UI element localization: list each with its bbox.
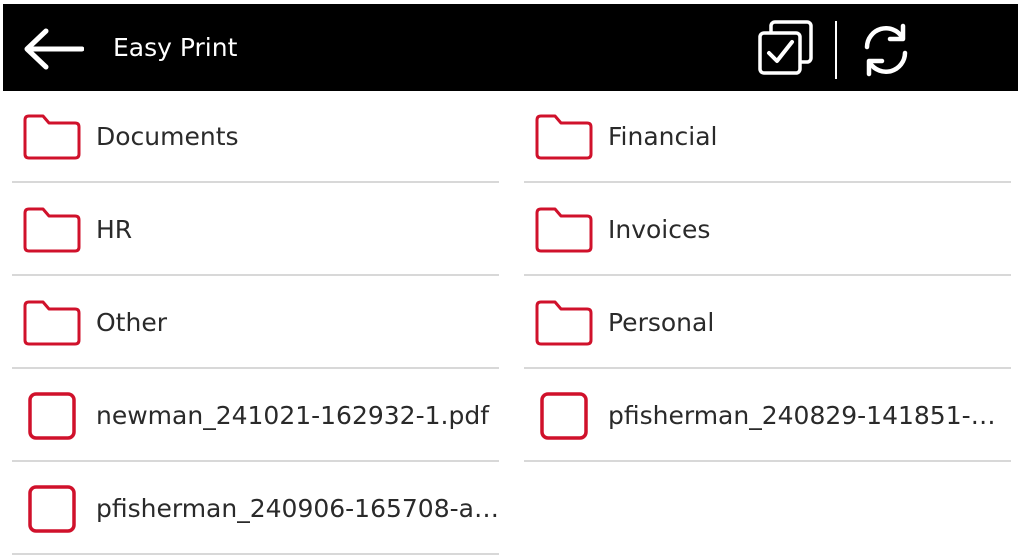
file-item[interactable]: newman_241021-162932-1.pdf — [12, 370, 499, 462]
file-item[interactable]: pfisherman_240906-165708-a… — [12, 463, 499, 555]
refresh-button[interactable] — [853, 18, 919, 82]
folder-icon — [23, 207, 81, 253]
file-item[interactable]: pfisherman_240829-141851-… — [524, 370, 1011, 462]
checkbox-unchecked-icon — [28, 392, 76, 440]
app-header: Easy Print — [3, 4, 1018, 91]
item-label: Other — [96, 308, 167, 337]
folder-icon — [23, 300, 81, 346]
item-label: HR — [96, 215, 133, 244]
multi-select-check-icon — [758, 20, 813, 75]
item-label: pfisherman_240906-165708-a… — [96, 494, 499, 523]
checkbox-unchecked-icon — [28, 485, 76, 533]
back-button[interactable] — [18, 24, 88, 74]
folder-icon — [535, 300, 593, 346]
item-label: pfisherman_240829-141851-… — [608, 401, 996, 430]
checkbox-unchecked-icon — [540, 392, 588, 440]
item-label: Invoices — [608, 215, 711, 244]
folder-icon — [23, 114, 81, 160]
folder-item-financial[interactable]: Financial — [524, 91, 1011, 183]
page-title: Easy Print — [113, 33, 238, 62]
item-label: Documents — [96, 122, 239, 151]
file-checkbox[interactable] — [20, 463, 84, 555]
arrow-left-icon — [24, 28, 84, 70]
folder-item-documents[interactable]: Documents — [12, 91, 499, 183]
item-label: Financial — [608, 122, 718, 151]
select-all-button[interactable] — [753, 16, 819, 82]
file-checkbox[interactable] — [20, 370, 84, 462]
folder-item-hr[interactable]: HR — [12, 184, 499, 276]
folder-item-personal[interactable]: Personal — [524, 277, 1011, 369]
file-checkbox[interactable] — [532, 370, 596, 462]
folder-icon — [535, 114, 593, 160]
refresh-icon — [864, 23, 908, 77]
item-label: newman_241021-162932-1.pdf — [96, 401, 489, 430]
header-divider — [835, 21, 837, 79]
item-label: Personal — [608, 308, 715, 337]
folder-icon — [535, 207, 593, 253]
easy-print-screen: Easy Print Documents Financial HR Invoic… — [0, 0, 1021, 559]
folder-item-invoices[interactable]: Invoices — [524, 184, 1011, 276]
file-browser-grid: Documents Financial HR Invoices Other Pe… — [0, 91, 1021, 559]
folder-item-other[interactable]: Other — [12, 277, 499, 369]
